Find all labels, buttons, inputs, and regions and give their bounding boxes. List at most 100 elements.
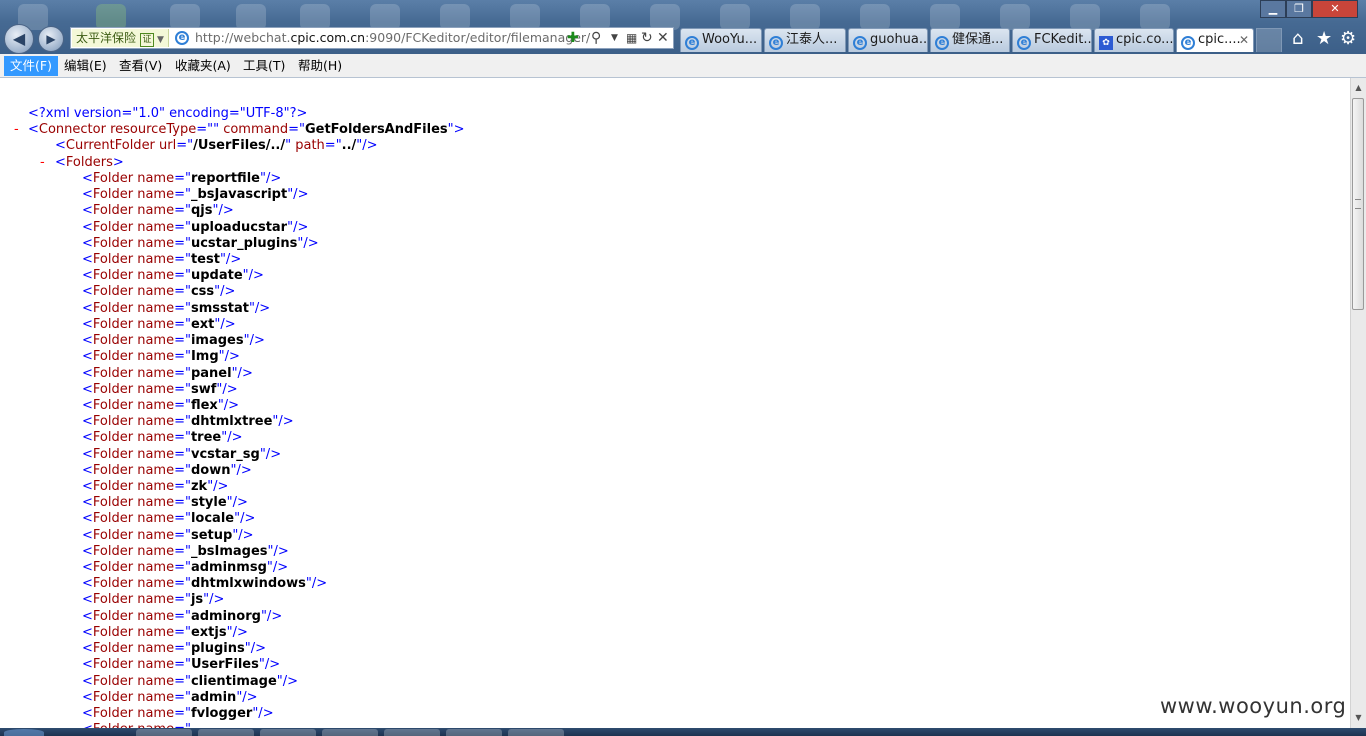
- scroll-up-icon[interactable]: ▲: [1351, 80, 1366, 96]
- compatibility-icon[interactable]: ✚: [567, 29, 579, 47]
- tab-label: 健保通...: [952, 32, 1004, 47]
- taskbar-app[interactable]: [508, 729, 564, 736]
- taskbar-app[interactable]: [136, 729, 192, 736]
- folder-entry: <Folder name="setup"/>: [82, 528, 254, 543]
- folder-name: update: [190, 268, 243, 283]
- compat-view-icon[interactable]: ▦: [626, 29, 637, 47]
- folder-entry: <Folder name="style"/>: [82, 495, 248, 510]
- folder-entry: <Folder name="panel"/>: [82, 366, 253, 381]
- folder-entry: <Folder name="tree"/>: [82, 430, 243, 445]
- start-button[interactable]: [4, 729, 44, 736]
- vertical-scrollbar[interactable]: ▲ ▼: [1350, 78, 1366, 728]
- tab-wooyun[interactable]: e WooYu...: [680, 28, 762, 52]
- folder-entry: <Folder name="flex"/>: [82, 398, 240, 413]
- collapse-toggle[interactable]: -: [14, 122, 19, 138]
- folder-name: smsstat: [190, 301, 249, 316]
- folder-name: fvlogger: [190, 706, 253, 721]
- url-domain: cpic.com.cn: [290, 30, 366, 45]
- folder-entry: <Folder name="fvlogger"/>: [82, 706, 274, 721]
- folder-name: test: [190, 252, 220, 267]
- folder-name: qjs: [190, 203, 213, 218]
- folder-name: UserFiles: [190, 657, 259, 672]
- taskbar-app[interactable]: [322, 729, 378, 736]
- minimize-button[interactable]: ▁: [1260, 0, 1286, 18]
- maximize-button[interactable]: ❐: [1286, 0, 1312, 18]
- site-identity-badge[interactable]: 太平洋保险证 ▼: [72, 29, 169, 47]
- menu-edit[interactable]: 编辑(E): [58, 56, 113, 76]
- menu-view[interactable]: 查看(V): [113, 56, 168, 76]
- taskbar-app[interactable]: [384, 729, 440, 736]
- chevron-down-icon[interactable]: ▼: [611, 29, 618, 47]
- folder-name: vcstar_sg: [190, 447, 260, 462]
- back-button[interactable]: ◀: [4, 24, 34, 54]
- folder-entry: <Folder name="css"/>: [82, 284, 236, 299]
- folder-entry: <Folder name="clientimage"/>: [82, 674, 299, 689]
- ie-icon: e: [685, 36, 699, 50]
- folder-name: admin: [190, 690, 237, 705]
- folder-entry: <Folder name="down"/>: [82, 463, 252, 478]
- folder-entry: <Folder name="uploaducstar"/>: [82, 220, 309, 235]
- desktop-ghost-icon: [1000, 4, 1030, 30]
- tab-fckeditor[interactable]: e FCKedit...: [1012, 28, 1092, 52]
- current-folder-path: ../: [341, 138, 357, 153]
- current-folder-url: /UserFiles/../: [193, 138, 286, 153]
- menu-help[interactable]: 帮助(H): [292, 56, 348, 76]
- folder-entry: <Folder name="reportfile"/>: [82, 171, 282, 186]
- tab-close-icon[interactable]: ✕: [1239, 29, 1249, 51]
- address-bar[interactable]: 太平洋保险证 ▼ e http://webchat.cpic.com.cn:909…: [70, 27, 674, 49]
- scroll-down-icon[interactable]: ▼: [1351, 710, 1366, 726]
- folder-name: css: [190, 284, 215, 299]
- taskbar-app[interactable]: [198, 729, 254, 736]
- new-tab-button[interactable]: [1256, 28, 1282, 52]
- site-identity-label: 太平洋保险: [76, 31, 137, 45]
- desktop-ghost-icon: [720, 4, 750, 30]
- folder-entry: <Folder name="UserFiles"/>: [82, 657, 281, 672]
- folder-entry: <Folder name="ext"/>: [82, 317, 236, 332]
- folder-entry: <Folder name="dhtmlxwindows"/>: [82, 576, 328, 591]
- favorites-star-icon[interactable]: ★: [1316, 29, 1332, 49]
- xml-document: <?xml version="1.0" encoding="UTF-8"?> -…: [0, 78, 1350, 728]
- folder-entry: <Folder name="qjs"/>: [82, 203, 234, 218]
- tab-cpic-active[interactable]: e cpic.... ✕: [1176, 28, 1254, 52]
- close-window-button[interactable]: ✕: [1312, 0, 1358, 18]
- desktop-ghost-icon: [930, 4, 960, 30]
- collapse-toggle[interactable]: -: [40, 155, 45, 171]
- home-icon[interactable]: ⌂: [1292, 29, 1303, 49]
- desktop-ghost-icon: [1140, 4, 1170, 30]
- tab-guohua[interactable]: e guohua...: [848, 28, 928, 52]
- folder-name: style: [190, 495, 227, 510]
- tab-jiangtai[interactable]: e 江泰人...: [764, 28, 846, 52]
- menu-file[interactable]: 文件(F): [4, 56, 58, 76]
- back-arrow-icon: ◀: [12, 29, 26, 48]
- folder-name: _bsJavascript: [190, 187, 288, 202]
- ie-icon: e: [853, 36, 867, 50]
- folder-name: ext: [190, 317, 215, 332]
- stop-icon[interactable]: ✕: [657, 29, 669, 47]
- tab-cpic-baidu[interactable]: ✿ cpic.co...: [1094, 28, 1174, 52]
- menu-favorites[interactable]: 收藏夹(A): [169, 56, 237, 76]
- url-path: :9090/FCKeditor/editor/filemanager/: [365, 30, 591, 45]
- menu-tools[interactable]: 工具(T): [237, 56, 291, 76]
- folder-entry: <Folder name="zk"/>: [82, 479, 229, 494]
- folder-entry: <Folder name="_bsJavascript"/>: [82, 187, 309, 202]
- folder-name: images: [190, 333, 244, 348]
- search-icon[interactable]: ⚲: [591, 29, 601, 47]
- connector-command: GetFoldersAndFiles: [304, 122, 448, 137]
- tab-label: cpic....: [1198, 32, 1241, 47]
- forward-button[interactable]: ▶: [38, 26, 64, 52]
- connector-element: <Connector resourceType="" command="GetF…: [28, 122, 465, 137]
- folder-name: swf: [190, 382, 217, 397]
- folder-entry: <Folder name="test"/>: [82, 252, 242, 267]
- ie-icon: e: [769, 36, 783, 50]
- folder-name: js: [190, 592, 204, 607]
- taskbar-app[interactable]: [260, 729, 316, 736]
- refresh-icon[interactable]: ↻: [641, 29, 653, 47]
- scrollbar-thumb[interactable]: [1352, 98, 1364, 310]
- address-url[interactable]: http://webchat.cpic.com.cn:9090/FCKedito…: [195, 28, 590, 48]
- gear-icon[interactable]: ⚙: [1340, 29, 1356, 49]
- folder-entry: <Folder name="swf"/>: [82, 382, 238, 397]
- taskbar-app[interactable]: [446, 729, 502, 736]
- folder-entry: <Folder name="dhtmlxtree"/>: [82, 414, 294, 429]
- tab-jianbaotong[interactable]: e 健保通...: [930, 28, 1010, 52]
- desktop-ghost-icon: [860, 4, 890, 30]
